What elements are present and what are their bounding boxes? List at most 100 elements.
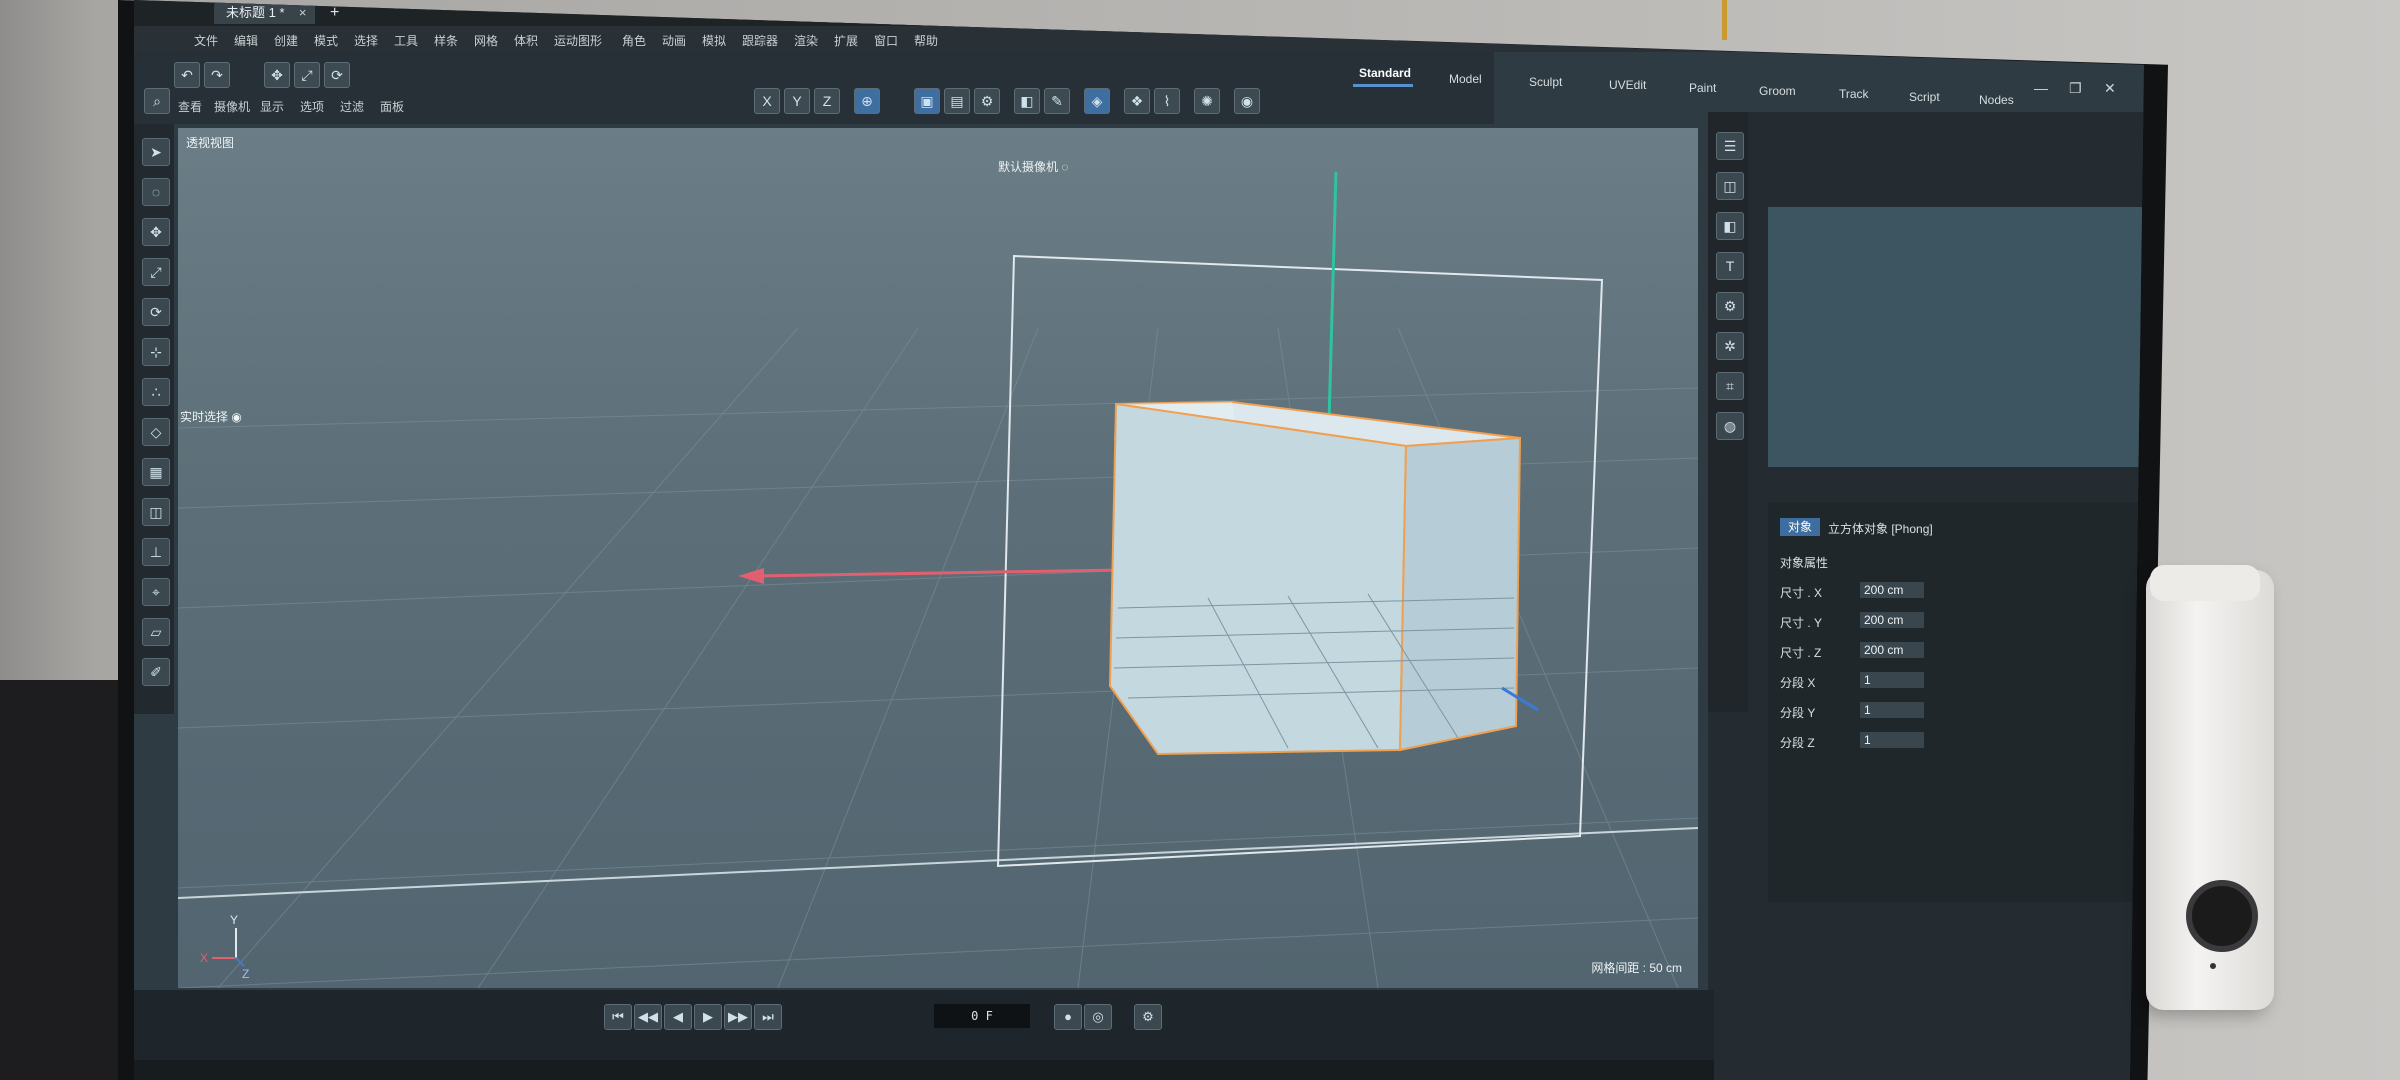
select-tool-icon[interactable]: ➤ [142, 138, 170, 166]
layout-tab-script[interactable]: Script [1909, 90, 1940, 104]
brush-icon[interactable]: ✐ [142, 658, 170, 686]
prev-frame-icon[interactable]: ◀ [664, 1004, 692, 1030]
menu-create[interactable]: 创建 [274, 32, 298, 49]
live-select-icon[interactable]: ◌ [142, 178, 170, 206]
attr-input[interactable]: 1 [1860, 732, 1924, 748]
undo-icon[interactable]: ↶ [174, 62, 200, 88]
viewport-menu-options[interactable]: 选项 [300, 98, 324, 115]
camera-icon[interactable]: ◉ [1234, 88, 1260, 114]
close-window-icon[interactable]: ✕ [2104, 80, 2116, 97]
scale-icon[interactable]: ⤢ [294, 62, 320, 88]
material-icon[interactable]: ◍ [1716, 412, 1744, 440]
viewport-menu-panel[interactable]: 面板 [380, 98, 404, 115]
zaxis-lock-icon[interactable]: Z [814, 88, 840, 114]
attr-input[interactable]: 1 [1860, 702, 1924, 718]
move-tool-icon[interactable]: ✥ [142, 218, 170, 246]
record-icon[interactable]: ● [1054, 1004, 1082, 1030]
object-manager-icon[interactable]: ☰ [1716, 132, 1744, 160]
layout-tab-model[interactable]: Model [1449, 72, 1482, 86]
render-view-icon[interactable]: ▣ [914, 88, 940, 114]
pen-icon[interactable]: ✎ [1044, 88, 1070, 114]
render-settings-icon[interactable]: ⚙ [974, 88, 1000, 114]
menu-render[interactable]: 渲染 [794, 32, 818, 49]
points-mode-icon[interactable]: ∴ [142, 378, 170, 406]
axis-label-y: Y [230, 913, 238, 927]
deformer-icon[interactable]: ⌇ [1154, 88, 1180, 114]
yaxis-lock-icon[interactable]: Y [784, 88, 810, 114]
gear-icon[interactable]: ⚙ [1716, 292, 1744, 320]
attr-input[interactable]: 1 [1860, 672, 1924, 688]
workplane-icon[interactable]: ▱ [142, 618, 170, 646]
minimize-icon[interactable]: — [2034, 80, 2048, 96]
layout-tab-groom[interactable]: Groom [1759, 84, 1796, 98]
xaxis-lock-icon[interactable]: X [754, 88, 780, 114]
menu-select[interactable]: 选择 [354, 32, 378, 49]
world-coords-icon[interactable]: ⊕ [854, 88, 880, 114]
menu-animate[interactable]: 动画 [662, 32, 686, 49]
phong-tab[interactable]: 立方体对象 [Phong] [1828, 520, 1933, 537]
prev-key-icon[interactable]: ◀◀ [634, 1004, 662, 1030]
menu-character[interactable]: 角色 [622, 32, 646, 49]
rotate-tool-icon[interactable]: ⟳ [142, 298, 170, 326]
snap-icon[interactable]: ⌖ [142, 578, 170, 606]
menu-simulate[interactable]: 模拟 [702, 32, 726, 49]
layout-tab-standard[interactable]: Standard [1353, 66, 1413, 87]
attr-input[interactable]: 200 cm [1860, 582, 1924, 598]
axis-mode-icon[interactable]: ⊥ [142, 538, 170, 566]
menu-volume[interactable]: 体积 [514, 32, 538, 49]
menu-spline[interactable]: 样条 [434, 32, 458, 49]
search-icon[interactable]: ⌕ [144, 88, 170, 114]
redo-icon[interactable]: ↷ [204, 62, 230, 88]
autokey-icon[interactable]: ◎ [1084, 1004, 1112, 1030]
text-tool-icon[interactable]: T [1716, 252, 1744, 280]
menu-window[interactable]: 窗口 [874, 32, 898, 49]
cube-tool-icon[interactable]: ◧ [1716, 212, 1744, 240]
render-region-icon[interactable]: ▤ [944, 88, 970, 114]
scale-tool-icon[interactable]: ⤢ [142, 258, 170, 286]
menu-extensions[interactable]: 扩展 [834, 32, 858, 49]
timeline-settings-icon[interactable]: ⚙ [1134, 1004, 1162, 1030]
menu-tools[interactable]: 工具 [394, 32, 418, 49]
perspective-viewport[interactable]: Y X Z 透视视图 默认摄像机 ◌ 实时选择 ◉ 网格间距 : 50 cm [178, 128, 1698, 988]
viewport-menu-display[interactable]: 显示 [260, 98, 284, 115]
menu-mesh[interactable]: 网格 [474, 32, 498, 49]
layout-tab-track[interactable]: Track [1839, 87, 1869, 101]
menu-mode[interactable]: 模式 [314, 32, 338, 49]
menu-mograph[interactable]: 运动图形 [554, 32, 602, 49]
rotate-icon[interactable]: ⟳ [324, 62, 350, 88]
layout-tab-uvedit[interactable]: UVEdit [1609, 78, 1646, 92]
play-icon[interactable]: ▶ [694, 1004, 722, 1030]
polygons-mode-icon[interactable]: ▦ [142, 458, 170, 486]
speaker-indicator [2210, 963, 2216, 969]
move-icon[interactable]: ✥ [264, 62, 290, 88]
tag-icon[interactable]: ⌗ [1716, 372, 1744, 400]
light-icon[interactable]: ✺ [1194, 88, 1220, 114]
settings-icon[interactable]: ✲ [1716, 332, 1744, 360]
menu-help[interactable]: 帮助 [914, 32, 938, 49]
layout-tab-nodes[interactable]: Nodes [1979, 93, 2014, 107]
clone-icon[interactable]: ❖ [1124, 88, 1150, 114]
edges-mode-icon[interactable]: ◇ [142, 418, 170, 446]
layer-icon[interactable]: ◫ [1716, 172, 1744, 200]
viewport-menu-filter[interactable]: 过滤 [340, 98, 364, 115]
transform-tool-icon[interactable]: ⊹ [142, 338, 170, 366]
menu-edit[interactable]: 编辑 [234, 32, 258, 49]
layout-tab-paint[interactable]: Paint [1689, 81, 1716, 95]
camera-label[interactable]: 默认摄像机 ◌ [998, 158, 1068, 175]
viewport-menu-view[interactable]: 查看 [178, 98, 202, 115]
menu-tracker[interactable]: 跟踪器 [742, 32, 778, 49]
menu-file[interactable]: 文件 [194, 32, 218, 49]
cube-icon[interactable]: ◧ [1014, 88, 1040, 114]
uv-mode-icon[interactable]: ◫ [142, 498, 170, 526]
restore-icon[interactable]: ❐ [2069, 80, 2082, 97]
go-end-icon[interactable]: ⏭ [754, 1004, 782, 1030]
attr-input[interactable]: 200 cm [1860, 642, 1924, 658]
viewport-menu-camera[interactable]: 摄像机 [214, 98, 250, 115]
go-start-icon[interactable]: ⏮ [604, 1004, 632, 1030]
layout-tab-sculpt[interactable]: Sculpt [1529, 75, 1562, 89]
next-key-icon[interactable]: ▶▶ [724, 1004, 752, 1030]
cable [1722, 0, 1727, 40]
object-mode-button[interactable]: 对象 [1780, 518, 1820, 536]
subdivision-icon[interactable]: ◈ [1084, 88, 1110, 114]
attr-input[interactable]: 200 cm [1860, 612, 1924, 628]
